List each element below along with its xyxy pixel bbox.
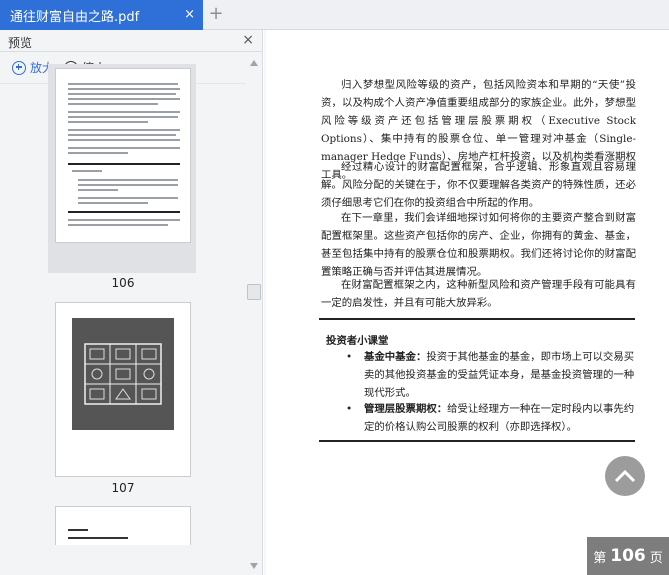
scroll-down-icon[interactable]: [250, 563, 258, 569]
sidebar-close-icon[interactable]: ×: [242, 32, 254, 48]
thumbnail-page-next[interactable]: [55, 506, 191, 545]
thumbnail-page-107[interactable]: [55, 302, 191, 477]
back-to-top-button[interactable]: [605, 456, 645, 496]
paragraph-4: 在财富配置框架之内，这种新型风险和资产管理手段有可能具有一定的启发性，并且有可能…: [321, 279, 636, 309]
sidebar-scrollbar[interactable]: [246, 56, 262, 545]
paragraph-2: 经过精心设计的财富配置框架，合乎逻辑、形象直观且容易理解。风险分配的关键在于，你…: [321, 161, 636, 209]
new-tab-icon[interactable]: +: [207, 5, 225, 23]
paragraph-3: 在下一章里，我们会详细地探讨如何将你的主要资产整合到财富配置框架里。这些资产包括…: [321, 212, 636, 278]
chevron-up-icon: [614, 469, 636, 483]
tab-bar: 通往财富自由之路.pdf × +: [0, 0, 669, 30]
bullet-dot: •: [346, 351, 353, 363]
page-prefix: 第: [593, 550, 607, 566]
thumbnail-page-106[interactable]: [55, 68, 191, 243]
sidebar-title: 预览: [8, 36, 33, 50]
bullet-dot: •: [346, 403, 353, 415]
scroll-up-icon[interactable]: [250, 60, 258, 66]
current-page-number: 106: [610, 546, 646, 566]
thumbnail-list: 106 107: [0, 56, 245, 545]
document-viewer: 归入梦想型风险等级的资产，包括风险资本和早期的“天使”投资，以及构成个人资产净值…: [264, 30, 669, 575]
box-title: 投资者小课堂: [326, 335, 389, 347]
bullet-term: 基金中基金：: [364, 351, 427, 363]
tab-title: 通往财富自由之路.pdf: [10, 9, 140, 25]
scrollbar-thumb[interactable]: [247, 284, 261, 300]
tab-close-icon[interactable]: ×: [184, 7, 195, 22]
page-number-106: 106: [111, 276, 135, 290]
page-indicator: 第 106 页: [587, 537, 669, 575]
bullet-item: • 基金中基金：投资于其他基金的基金，即市场上可以交易买卖的其他投资基金的受益凭…: [346, 348, 636, 402]
tab-document[interactable]: 通往财富自由之路.pdf ×: [0, 0, 203, 30]
sidebar-header: 预览 ×: [0, 30, 262, 52]
page-number-107: 107: [111, 481, 135, 495]
page-suffix: 页: [649, 550, 663, 566]
bullet-term: 管理层股票期权：: [364, 403, 448, 415]
bullet-item: • 管理层股票期权：给受让经理方一种在一定时段内以事先约定的价格认购公司股票的权…: [346, 400, 636, 436]
box-bottom-rule: [319, 440, 635, 442]
grid-illustration: [72, 318, 174, 430]
document-page: 归入梦想型风险等级的资产，包括风险资本和早期的“天使”投资，以及构成个人资产净值…: [266, 30, 669, 575]
box-top-rule: [319, 318, 635, 320]
